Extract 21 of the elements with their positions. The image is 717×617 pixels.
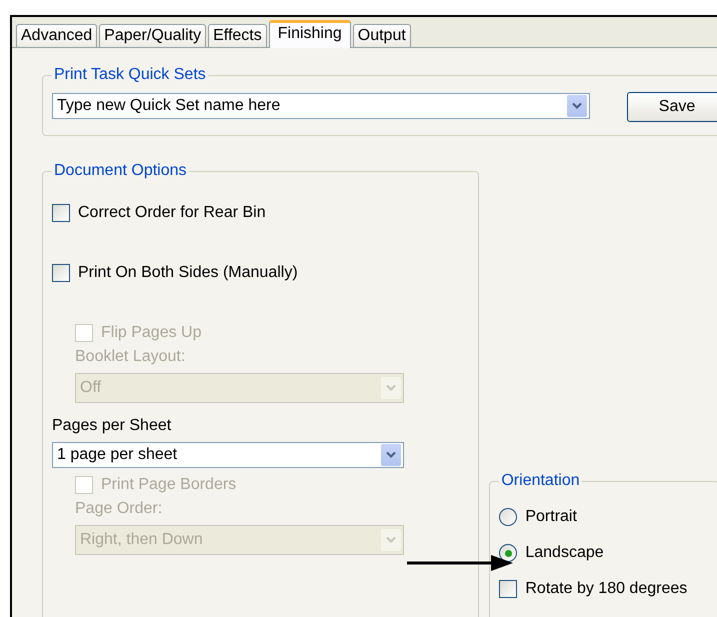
tab[interactable]: Paper/Quality — [99, 24, 206, 47]
tab[interactable]: Output — [352, 24, 411, 47]
checkbox-label: Print On Both Sides (Manually) — [78, 264, 298, 282]
radio-label: Landscape — [525, 544, 604, 562]
dropdown[interactable]: 1 page per sheet — [52, 442, 404, 468]
save-button[interactable]: Save — [627, 92, 717, 122]
group-title: Orientation — [500, 472, 581, 490]
tab[interactable]: Advanced — [16, 24, 98, 47]
dropdown[interactable]: Type new Quick Set name here — [52, 93, 590, 119]
radio-label: Portrait — [525, 508, 577, 526]
checkbox-label: Flip Pages Up — [101, 324, 202, 342]
tab[interactable]: Effects — [208, 24, 267, 47]
field-label: Page Order: — [75, 500, 164, 519]
group-title: Print Task Quick Sets — [53, 66, 207, 84]
tab[interactable]: Finishing — [268, 20, 351, 48]
checkbox-label: Print Page Borders — [101, 476, 236, 494]
field-label: Booklet Layout: — [75, 348, 186, 367]
field-label: Pages per Sheet — [52, 417, 172, 436]
checkbox-label: Rotate by 180 degrees — [525, 580, 688, 598]
checkbox-label: Correct Order for Rear Bin — [78, 204, 266, 222]
group-title: Document Options — [53, 162, 188, 180]
